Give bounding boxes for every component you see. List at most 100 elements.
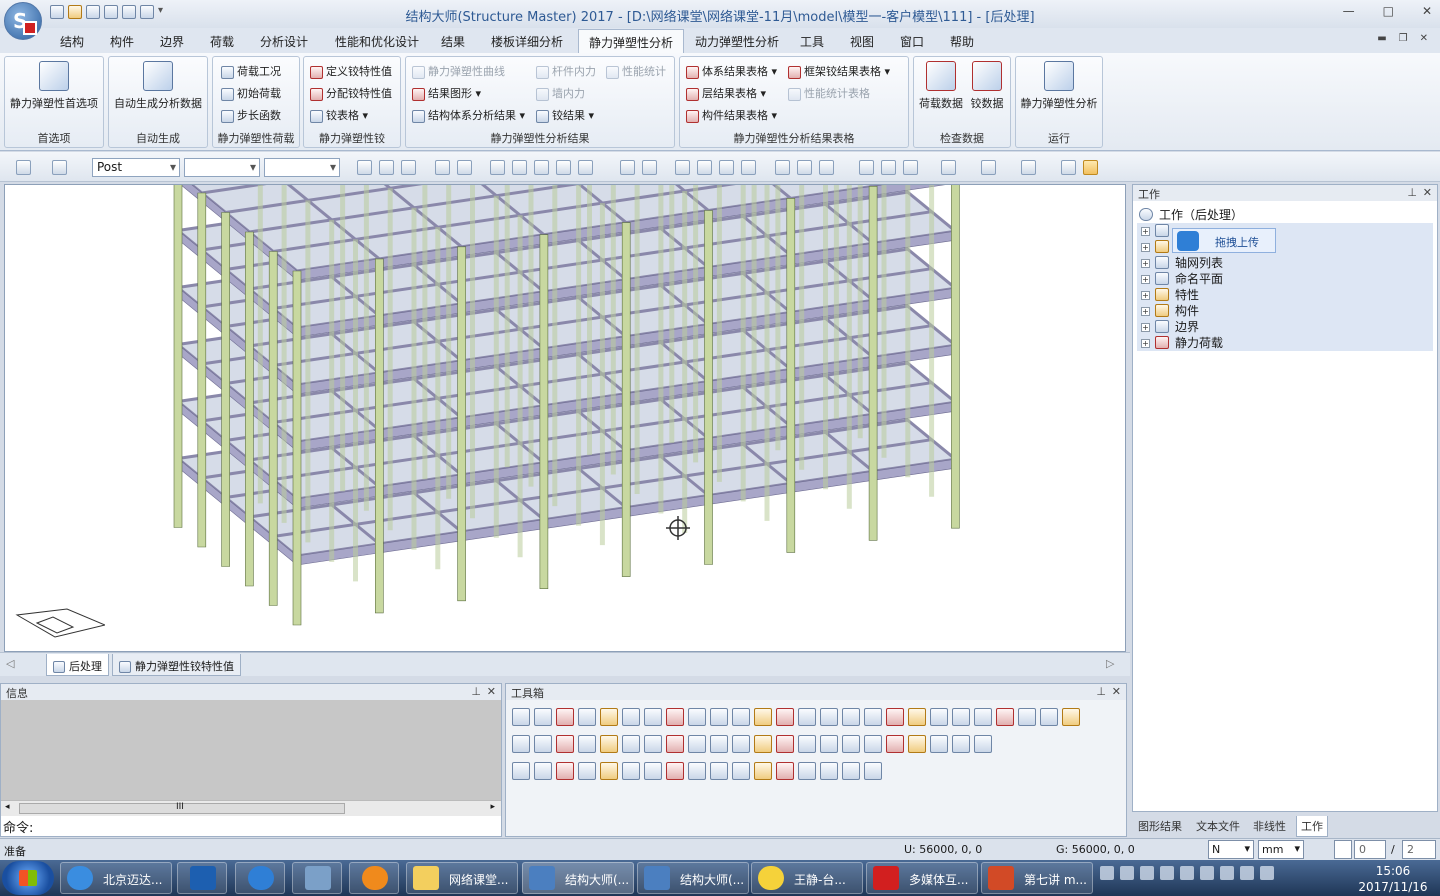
load-data-button[interactable]: 荷载数据 [916,59,966,111]
toolbox-tool-icon[interactable] [1018,708,1036,726]
tab-static-pushover[interactable]: 静力弹塑性分析 [578,29,685,54]
toolbox-tool-icon[interactable] [512,762,530,780]
system-results-button[interactable]: 结构体系分析结果 ▾ [412,107,525,123]
tree-item-static-loads[interactable]: + 静力荷载 [1137,335,1433,351]
force-unit-select[interactable]: N [1208,840,1254,859]
toolbox-tool-icon[interactable] [512,708,530,726]
taskbar-item-live[interactable]: 多媒体互... [866,862,978,894]
taskbar-item-chat[interactable]: 王静-台... [751,862,863,894]
tool-icon-3[interactable] [401,160,416,175]
keyboard-icon[interactable] [1100,866,1114,880]
toolbox-tool-icon[interactable] [908,735,926,753]
toolbox-tool-icon[interactable] [952,708,970,726]
undo-icon[interactable] [16,160,31,175]
app-tray-icon[interactable] [1200,866,1214,880]
tab-nonlinear[interactable]: 非线性 [1253,818,1286,834]
toolbox-tool-icon[interactable] [644,708,662,726]
doc-tab-hinge-properties[interactable]: 静力弹塑性铰特性值 [112,654,241,676]
toolbox-tool-icon[interactable] [996,708,1014,726]
page-total-input[interactable]: 2 [1402,840,1436,859]
tab-work[interactable]: 工作 [1296,816,1328,837]
toolbox-tool-icon[interactable] [556,708,574,726]
toolbox-tool-icon[interactable] [578,708,596,726]
tree-root[interactable]: 工作（后处理） [1137,207,1433,223]
tab-structure[interactable]: 结构 [60,33,84,50]
toolbox-tool-icon[interactable] [710,762,728,780]
model-viewport[interactable] [4,184,1126,652]
scroll-left-icon[interactable]: ◂ [5,802,10,812]
toolbox-tool-icon[interactable] [622,735,640,753]
tool-icon-23[interactable] [941,160,956,175]
toolbox-tool-icon[interactable] [776,762,794,780]
toolbox-tool-icon[interactable] [688,762,706,780]
taskbar-pin-explorer[interactable] [292,862,342,894]
volume-icon[interactable] [1260,866,1274,880]
toolbox-tool-icon[interactable] [710,735,728,753]
toolbox-tool-icon[interactable] [534,762,552,780]
mdi-minimize-icon[interactable]: ▬ [1377,33,1386,44]
tab-scroll-left-icon[interactable]: ◁ [6,657,14,670]
mdi-restore-icon[interactable]: ❐ [1399,33,1408,44]
tool-icon-6[interactable] [490,160,505,175]
toolbox-tool-icon[interactable] [556,762,574,780]
minimize-button[interactable]: — [1343,4,1355,18]
page-current-input[interactable]: 0 [1354,840,1386,859]
toolbox-tool-icon[interactable] [952,735,970,753]
member-table-button[interactable]: 构件结果表格 ▾ [686,107,777,123]
toolbox-tool-icon[interactable] [908,708,926,726]
toolbox-tool-icon[interactable] [578,762,596,780]
tool-icon-10[interactable] [578,160,593,175]
lock-active-icon[interactable] [1083,160,1098,175]
toolbox-tool-icon[interactable] [666,708,684,726]
network-icon[interactable] [1240,866,1254,880]
pushover-preferences-button[interactable]: 静力弹塑性首选项 [5,59,103,111]
taskbar-pin-desktop[interactable] [177,862,227,894]
toolbox-tool-icon[interactable] [578,735,596,753]
tool-icon-19[interactable] [819,160,834,175]
app-logo[interactable]: S [4,2,42,40]
performance-table-button[interactable]: 性能统计表格 [788,85,870,101]
toolbox-tool-icon[interactable] [886,735,904,753]
frame-hinge-table-button[interactable]: 框架铰结果表格 ▾ [788,63,890,79]
taskbar-item-sm2[interactable]: 结构大师(... [637,862,749,894]
info-scrollbar[interactable]: ◂ III ▸ [1,800,501,816]
tab-results[interactable]: 结果 [441,33,465,50]
hinge-table-button[interactable]: 铰表格 ▾ [310,107,368,123]
toolbox-tool-icon[interactable] [776,735,794,753]
bluetooth-icon[interactable] [1180,866,1194,880]
toolbox-tool-icon[interactable] [688,708,706,726]
tool-icon-9[interactable] [556,160,571,175]
toolbox-tool-icon[interactable] [820,708,838,726]
scroll-thumb[interactable]: III [19,802,345,814]
tab-analysis-design[interactable]: 分析设计 [260,33,308,50]
pushover-curve-button[interactable]: 静力弹塑性曲线 [412,63,505,79]
toolbox-tool-icon[interactable] [600,735,618,753]
battery-icon[interactable] [1220,866,1234,880]
tool-icon-14[interactable] [697,160,712,175]
tool-icon-1[interactable] [357,160,372,175]
system-table-button[interactable]: 体系结果表格 ▾ [686,63,777,79]
expand-icon[interactable]: + [1141,275,1150,284]
tool-icon-18[interactable] [797,160,812,175]
toolbox-tool-icon[interactable] [754,762,772,780]
toolbox-tool-icon[interactable] [600,708,618,726]
expand-icon[interactable]: + [1141,227,1150,236]
tool-icon-24[interactable] [981,160,996,175]
toolbox-tool-icon[interactable] [644,735,662,753]
toolbox-tool-icon[interactable] [798,735,816,753]
toolbox-tool-icon[interactable] [842,735,860,753]
toolbox-tool-icon[interactable] [820,735,838,753]
doc-tab-postprocess[interactable]: 后处理 [46,654,109,676]
toolbox-tool-icon[interactable] [644,762,662,780]
tab-text-files[interactable]: 文本文件 [1196,818,1240,834]
tool-icon-2[interactable] [379,160,394,175]
toolbox-tool-icon[interactable] [754,735,772,753]
toolbox-tool-icon[interactable] [776,708,794,726]
toolbox-tool-icon[interactable] [666,762,684,780]
result-graphics-button[interactable]: 结果图形 ▾ [412,85,481,101]
toolbox-tool-icon[interactable] [864,735,882,753]
expand-icon[interactable]: + [1141,243,1150,252]
tab-dynamic-pushover[interactable]: 动力弹塑性分析 [695,33,779,50]
story-table-button[interactable]: 层结果表格 ▾ [686,85,766,101]
taskbar-item-folder[interactable]: 网络课堂... [406,862,518,894]
